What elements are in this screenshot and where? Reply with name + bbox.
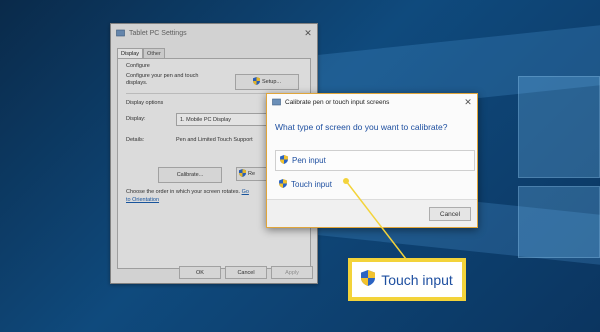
ok-button[interactable]: OK (179, 266, 221, 279)
pen-input-label: Pen input (292, 156, 326, 165)
calibrate-question: What type of screen do you want to calib… (275, 122, 448, 132)
details-label: Details: (126, 137, 145, 143)
calibrate-window-icon (272, 98, 281, 107)
tablet-settings-icon (116, 29, 125, 38)
close-icon[interactable]: ✕ (299, 28, 317, 39)
calibrate-cancel-button[interactable]: Cancel (429, 207, 471, 221)
apply-button-label: Apply (285, 269, 299, 276)
reset-button-label: Re (248, 171, 256, 177)
close-icon[interactable]: ✕ (459, 97, 477, 108)
shield-icon (361, 270, 376, 289)
shield-icon (239, 169, 246, 179)
calibrate-button[interactable]: Calibrate... (158, 167, 222, 183)
apply-button[interactable]: Apply (271, 266, 313, 279)
calibrate-dialog: Calibrate pen or touch input screens ✕ W… (266, 93, 478, 228)
shield-icon (279, 179, 287, 190)
touch-input-callout: Touch input (348, 258, 466, 301)
orientation-link-part1[interactable]: Go (242, 189, 249, 195)
callout-label: Touch input (381, 271, 453, 288)
calibrate-title: Calibrate pen or touch input screens (285, 99, 390, 106)
configure-description-line1: Configure your pen and touch (126, 73, 199, 79)
calibrate-titlebar: Calibrate pen or touch input screens ✕ (267, 94, 477, 111)
configure-description-line2: displays. (126, 80, 148, 86)
display-label: Display: (126, 116, 146, 122)
cancel-button[interactable]: Cancel (225, 266, 267, 279)
orientation-description: Choose the order in which your screen ro… (126, 189, 241, 195)
wallpaper-window-pane (518, 186, 600, 258)
reset-button[interactable]: Re (236, 167, 268, 181)
calibrate-footer: Cancel (267, 199, 477, 227)
tablet-settings-title: Tablet PC Settings (129, 29, 187, 37)
configure-heading: Configure (126, 63, 150, 69)
shield-icon (280, 155, 288, 166)
wallpaper-window-pane (518, 76, 600, 178)
setup-button-label: Setup... (262, 79, 281, 85)
tablet-settings-titlebar: Tablet PC Settings ✕ (111, 24, 317, 42)
calibrate-button-label: Calibrate... (176, 172, 204, 178)
details-value: Pen and Limited Touch Support (176, 137, 253, 143)
touch-input-label: Touch input (291, 180, 332, 189)
display-options-heading: Display options (126, 100, 164, 106)
touch-input-option[interactable]: Touch input (275, 174, 475, 195)
shield-icon (253, 77, 261, 87)
orientation-link[interactable]: to Orientation (126, 197, 159, 203)
ok-button-label: OK (196, 269, 204, 276)
calibrate-cancel-label: Cancel (439, 210, 461, 218)
pen-input-option[interactable]: Pen input (275, 150, 475, 171)
display-select-value: 1. Mobile PC Display (180, 116, 232, 123)
setup-button[interactable]: Setup... (235, 74, 299, 90)
cancel-button-label: Cancel (237, 269, 255, 276)
